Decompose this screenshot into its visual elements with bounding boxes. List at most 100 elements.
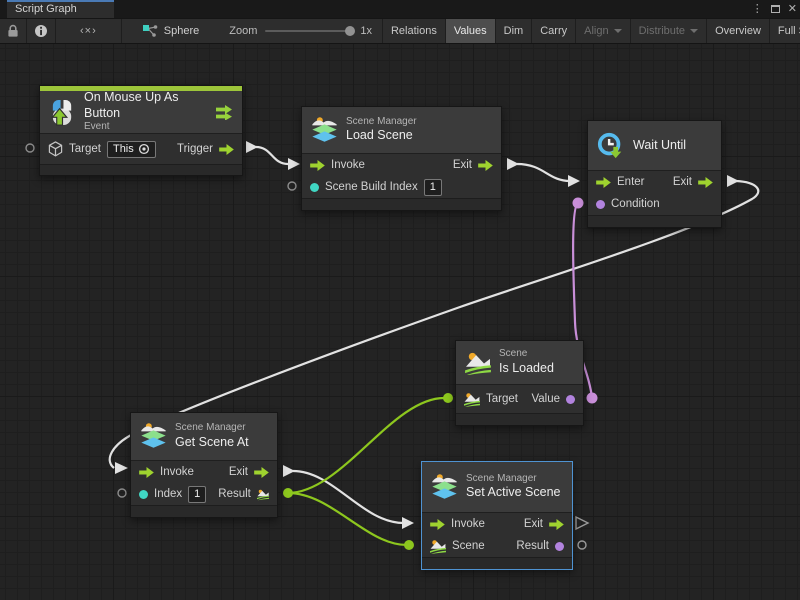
info-icon (34, 24, 48, 38)
port-scene-label: Scene (452, 540, 485, 552)
node-set-active-scene[interactable]: Scene Manager Set Active Scene Invoke Ex… (421, 461, 573, 570)
lock-icon (7, 24, 19, 38)
port-result-label: Result (516, 540, 549, 552)
port-unconnected-scenebuildindex[interactable] (288, 182, 296, 190)
port-exit-label: Exit (524, 518, 543, 530)
chevron-down-icon (614, 29, 622, 33)
port-unconnected-target[interactable] (26, 144, 34, 152)
scene-manager-icon (140, 422, 167, 451)
node-category: Scene Manager (466, 473, 563, 486)
window-close-icon[interactable]: ✕ (788, 0, 797, 18)
lock-button[interactable] (0, 19, 27, 43)
node-load-scene[interactable]: Scene Manager Load Scene Invoke Exit Sce… (301, 106, 502, 211)
port-unconnected-exit[interactable] (576, 517, 588, 529)
fullscreen-button[interactable]: Full Screen (770, 19, 800, 43)
port-trigger-label: Trigger (177, 143, 213, 155)
invoke-port[interactable] (310, 160, 325, 171)
exit-port[interactable] (549, 519, 564, 530)
scene-build-index-value[interactable]: 1 (424, 179, 442, 196)
graph-icon (142, 24, 158, 38)
scene-manager-icon (431, 473, 458, 502)
port-scene-build-index-label: Scene Build Index (325, 181, 418, 193)
clock-icon (597, 132, 625, 160)
graph-canvas[interactable]: On Mouse Up As Button Event Target This … (0, 44, 800, 600)
scene-icon (465, 351, 491, 375)
window-maximize-icon[interactable] (771, 5, 780, 13)
graph-toolbar: ‹×› Sphere Zoom 1x Relations (0, 18, 800, 44)
condition-port[interactable] (596, 200, 605, 209)
node-subtitle: Event (84, 121, 207, 134)
target-icon (138, 143, 150, 155)
exit-port[interactable] (254, 467, 269, 478)
node-title: Get Scene At (175, 435, 268, 451)
node-wait-until[interactable]: Wait Until Enter Exit Condition (587, 120, 722, 228)
node-title: On Mouse Up As Button (84, 90, 207, 121)
port-target-label: Target (486, 393, 518, 405)
node-get-scene-at[interactable]: Scene Manager Get Scene At Invoke Exit I… (130, 412, 278, 518)
values-button[interactable]: Values (446, 19, 496, 43)
overview-button[interactable]: Overview (707, 19, 770, 43)
scene-manager-icon (311, 116, 338, 145)
invoke-port[interactable] (430, 519, 445, 530)
target-value-chip[interactable]: This (107, 141, 156, 158)
index-value[interactable]: 1 (188, 486, 206, 503)
wire-trigger-to-loadscene[interactable] (246, 141, 300, 170)
relations-button[interactable]: Relations (383, 19, 446, 43)
port-index-label: Index (154, 488, 182, 500)
carry-button[interactable]: Carry (532, 19, 576, 43)
port-enter-label: Enter (617, 176, 645, 188)
port-target-label: Target (69, 143, 101, 155)
enter-port[interactable] (596, 177, 611, 188)
trigger-port[interactable] (219, 144, 234, 155)
node-title: Wait Until (633, 138, 712, 154)
tab-bar: Script Graph ⋮ ✕ (0, 0, 800, 18)
port-invoke-label: Invoke (331, 159, 365, 171)
scene-port-icon[interactable] (430, 539, 446, 554)
zoom-slider-knob[interactable] (345, 26, 355, 36)
node-is-loaded[interactable]: Scene Is Loaded Target Value (455, 340, 584, 426)
node-category: Scene (499, 348, 574, 361)
node-title: Set Active Scene (466, 485, 563, 501)
result-port[interactable] (555, 542, 564, 551)
script-graph-window: Script Graph ⋮ ✕ ‹×› (0, 0, 800, 600)
node-on-mouse-up-as-button[interactable]: On Mouse Up As Button Event Target This … (39, 85, 243, 176)
tab-script-graph[interactable]: Script Graph (7, 0, 114, 18)
cube-icon (48, 141, 63, 157)
port-value-label: Value (531, 393, 560, 405)
scene-port-icon[interactable] (464, 392, 480, 407)
window-menu-icon[interactable]: ⋮ (752, 0, 763, 18)
port-exit-label: Exit (229, 466, 248, 478)
result-scene-port-icon[interactable] (257, 487, 269, 502)
port-condition-label: Condition (611, 198, 660, 210)
event-flow-icon (215, 105, 233, 120)
code-preview-button[interactable]: ‹×› (56, 19, 122, 43)
scene-build-index-port[interactable] (310, 183, 319, 192)
wire-loadscene-to-waituntil[interactable] (507, 158, 580, 187)
node-title: Is Loaded (499, 361, 574, 377)
zoom-value: 1x (360, 25, 372, 37)
value-port[interactable] (566, 395, 575, 404)
port-unconnected-result[interactable] (578, 541, 586, 549)
zoom-slider[interactable] (265, 30, 353, 32)
exit-port[interactable] (478, 160, 493, 171)
distribute-button[interactable]: Distribute (631, 19, 707, 43)
graph-target[interactable]: Sphere (142, 24, 199, 38)
align-button[interactable]: Align (576, 19, 630, 43)
node-category: Scene Manager (175, 422, 268, 435)
dim-button[interactable]: Dim (496, 19, 533, 43)
inspect-button[interactable] (27, 19, 56, 43)
index-port[interactable] (139, 490, 148, 499)
port-result-label: Result (218, 488, 251, 500)
graph-target-label: Sphere (164, 25, 199, 37)
tab-title: Script Graph (15, 3, 77, 15)
port-invoke-label: Invoke (451, 518, 485, 530)
chevron-down-icon (690, 29, 698, 33)
invoke-port[interactable] (139, 467, 154, 478)
zoom-control: Zoom 1x (229, 25, 372, 37)
node-category: Scene Manager (346, 116, 492, 129)
exit-port[interactable] (698, 177, 713, 188)
port-invoke-label: Invoke (160, 466, 194, 478)
zoom-label: Zoom (229, 25, 257, 37)
port-unconnected-index[interactable] (118, 489, 126, 497)
mouse-event-icon (49, 99, 76, 126)
